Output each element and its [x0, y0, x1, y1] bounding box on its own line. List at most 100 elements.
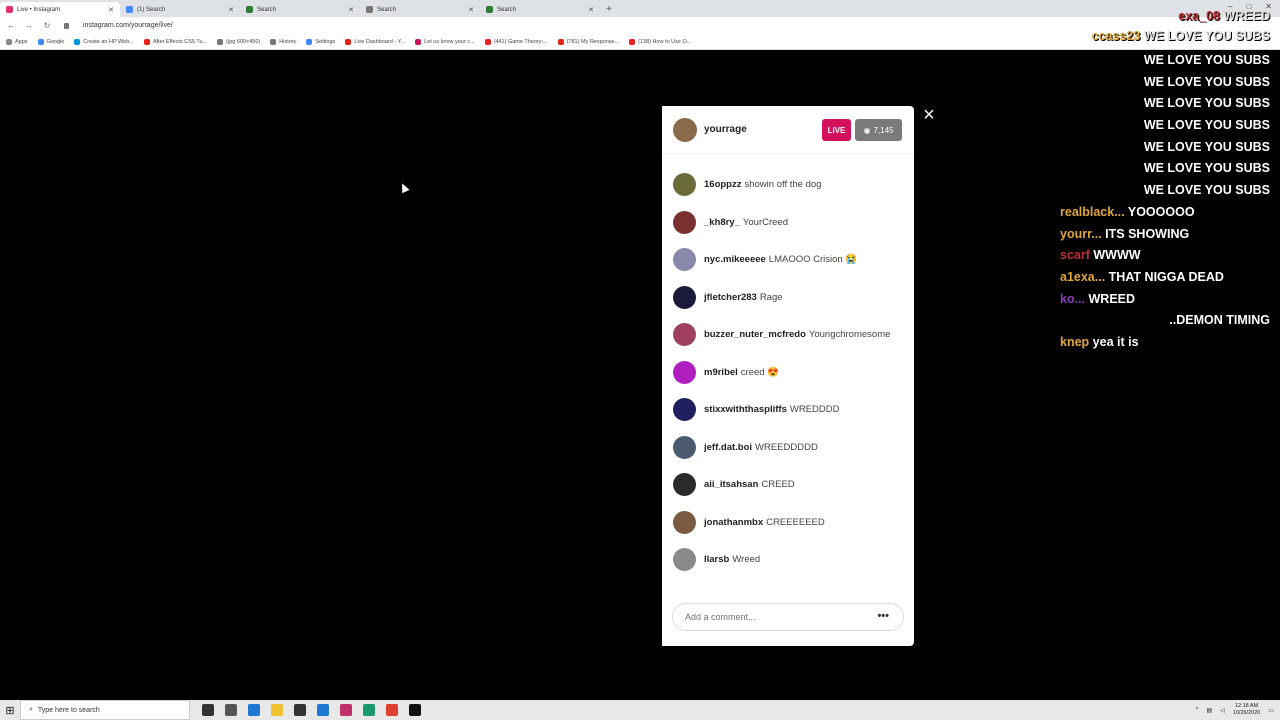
task-view-icon[interactable] — [225, 704, 237, 716]
chat-line: WE LOVE YOU SUBS — [1060, 180, 1270, 202]
chrome-icon[interactable] — [386, 704, 398, 716]
more-options-button[interactable]: ••• — [877, 610, 889, 622]
comment-username[interactable]: aii_itsahsan — [704, 479, 758, 490]
chat-message: WE LOVE YOU SUBS — [1143, 53, 1270, 67]
avatar[interactable] — [673, 117, 697, 142]
browser-tab[interactable]: (1) Search ✕ — [120, 2, 240, 17]
bookmark-favicon-icon — [217, 38, 224, 45]
volume-icon[interactable]: ◁ — [1220, 707, 1225, 714]
tab-close-icon[interactable]: ✕ — [108, 6, 114, 14]
bookmark-label: (138) How to Use O... — [638, 38, 692, 45]
tab-favicon-icon — [366, 6, 373, 13]
comment-box: ••• — [672, 603, 904, 631]
viewer-count-badge: ◉ 7,145 — [855, 119, 902, 141]
comment-username[interactable]: llarsb — [704, 554, 729, 565]
bookmark-item[interactable]: Live Dashboard - Y... — [345, 38, 406, 45]
bookmark-item[interactable]: (jpg 600×450) — [217, 38, 261, 45]
bookmark-item[interactable]: Create an HP Web... — [74, 38, 134, 45]
stream-chat-overlay: WE LOVE YOU SUBS WE LOVE YOU SUBS WE LOVE … — [1060, 50, 1270, 354]
bookmark-item[interactable]: After Effects CS5 Tu... — [143, 38, 207, 45]
comment-username[interactable]: _kh8ry_ — [704, 217, 740, 228]
comment-username[interactable]: buzzer_nuter_mcfredo — [704, 329, 806, 340]
app-green-icon[interactable] — [363, 704, 375, 716]
comment-username[interactable]: jonathanmbx — [704, 517, 763, 528]
chevron-up-icon[interactable]: ^ — [1196, 707, 1199, 713]
tab-close-icon[interactable]: ✕ — [228, 6, 234, 14]
system-tray: ^ ▤ ◁ 12:18 AM 10/26/2020 ▭ — [1196, 700, 1274, 720]
bookmark-item[interactable]: Settings — [306, 38, 335, 45]
tab-close-icon[interactable]: ✕ — [468, 6, 474, 14]
bookmark-favicon-icon — [345, 38, 352, 45]
bookmark-label: Live Dashboard - Y... — [354, 38, 406, 45]
tab-close-icon[interactable]: ✕ — [348, 6, 354, 14]
comment-message: LMAOOO Crision 😭 — [768, 254, 858, 266]
taskbar-apps — [202, 704, 421, 716]
chat-line: realblack... YOOOOOO — [1060, 202, 1270, 224]
comment-username[interactable]: 16oppzz — [704, 179, 741, 190]
new-tab-button[interactable]: + — [600, 2, 618, 17]
browser-tab[interactable]: Live • Instagram ✕ — [0, 2, 120, 17]
tab-title: (1) Search — [137, 6, 166, 13]
browser-tab[interactable]: Search ✕ — [480, 2, 600, 17]
windows-start-icon[interactable]: ⊞ — [0, 700, 20, 720]
comment-text: buzzer_nuter_mcfredo Youngchromesome — [704, 329, 890, 340]
file-explorer-icon[interactable] — [271, 704, 283, 716]
browser-tab[interactable]: Search ✕ — [240, 2, 360, 17]
snip-icon[interactable] — [340, 704, 352, 716]
cortana-icon[interactable] — [202, 704, 214, 716]
bookmark-item[interactable]: Google — [37, 38, 64, 45]
bookmark-label: Apps — [15, 38, 28, 45]
comment-username[interactable]: jfletcher283 — [704, 292, 757, 303]
avatar[interactable] — [673, 248, 696, 272]
clock[interactable]: 12:18 AM 10/26/2020 — [1233, 703, 1261, 717]
store-icon[interactable] — [294, 704, 306, 716]
taskbar-search[interactable]: ⌕ Type here to search — [20, 700, 190, 720]
bookmark-item[interactable]: (781) My Response... — [557, 38, 619, 45]
bookmark-item[interactable]: Apps — [6, 38, 28, 45]
bookmark-favicon-icon — [143, 38, 150, 45]
comment-username[interactable]: stixxwiththaspliffs — [704, 404, 787, 415]
bookmark-item[interactable]: (138) How to Use O... — [629, 38, 692, 45]
comment-username[interactable]: m9ribel — [704, 367, 738, 378]
bookmark-label: (jpg 600×450) — [226, 38, 261, 45]
edge-icon[interactable] — [248, 704, 260, 716]
terminal-icon[interactable] — [409, 704, 421, 716]
host-username[interactable]: yourrage — [704, 124, 747, 135]
comment-text: llarsb Wreed — [704, 554, 760, 565]
comment-text: stixxwiththaspliffs WREDDDD — [704, 404, 839, 415]
avatar[interactable] — [673, 398, 696, 422]
tab-close-icon[interactable]: ✕ — [588, 6, 594, 14]
network-icon[interactable]: ▤ — [1207, 707, 1213, 714]
forward-icon[interactable]: → — [24, 21, 34, 30]
chat-message: WE LOVE YOU SUBS — [1143, 161, 1270, 176]
avatar[interactable] — [673, 323, 696, 347]
comment-item: buzzer_nuter_mcfredo Youngchromesome — [662, 316, 914, 354]
comment-message: YourCreed — [742, 216, 788, 228]
avatar[interactable] — [673, 510, 696, 534]
avatar[interactable] — [673, 473, 696, 497]
comment-username[interactable]: jeff.dat.boi — [704, 442, 752, 453]
bookmark-item[interactable]: Let us know your c... — [415, 38, 475, 45]
browser-tab[interactable]: Search ✕ — [360, 2, 480, 17]
reload-icon[interactable]: ↻ — [42, 21, 52, 30]
avatar[interactable] — [673, 285, 696, 309]
avatar[interactable] — [673, 435, 696, 459]
comment-text: jonathanmbx CREEEEEED — [704, 517, 825, 528]
close-modal-button[interactable]: × — [920, 105, 938, 125]
back-icon[interactable]: ← — [6, 21, 16, 30]
chat-message: WREED — [1088, 291, 1136, 306]
chat-line: WE LOVE YOU SUBS — [1060, 137, 1270, 159]
mail-icon[interactable] — [317, 704, 329, 716]
notifications-icon[interactable]: ▭ — [1268, 707, 1274, 714]
url-bar[interactable]: instagram.com/yourrage/live/ — [83, 22, 173, 29]
bookmark-item[interactable]: (441) Game Theory:... — [484, 38, 548, 45]
comment-list: 16oppzz showin off the dog _kh8ry_ YourCree… — [662, 166, 914, 579]
comment-input[interactable] — [685, 612, 865, 622]
comment-username[interactable]: nyc.mikeeeee — [704, 254, 766, 265]
bookmark-item[interactable]: History — [270, 38, 296, 45]
avatar[interactable] — [673, 548, 696, 572]
avatar[interactable] — [673, 173, 696, 197]
avatar[interactable] — [673, 210, 696, 234]
avatar[interactable] — [673, 360, 696, 384]
tab-title: Search — [497, 6, 517, 13]
